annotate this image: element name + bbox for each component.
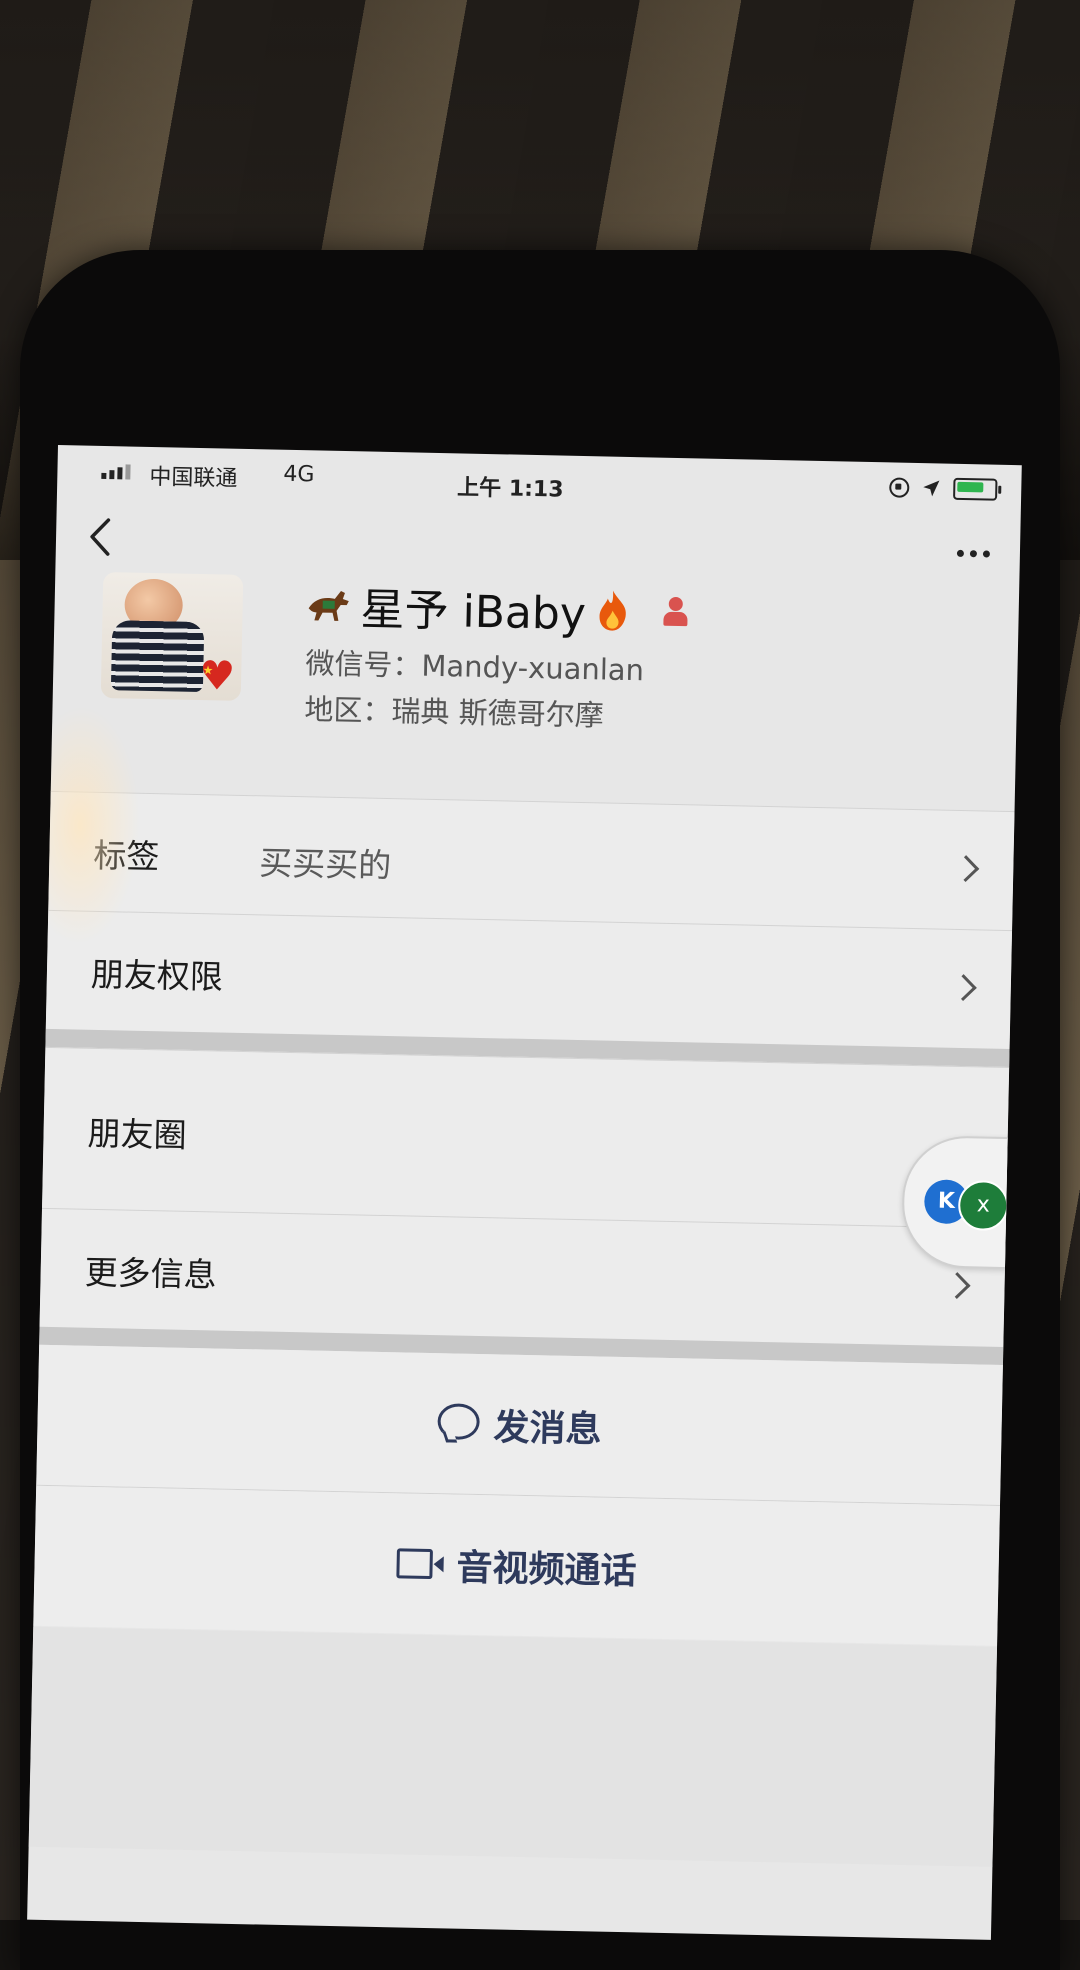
fire-icon xyxy=(599,590,627,631)
avatar[interactable]: ♥ ★ xyxy=(100,571,244,701)
region: 地区：瑞典 斯德哥尔摩 xyxy=(304,692,605,733)
tags-value: 买买买的 xyxy=(258,843,392,886)
friend-permissions-label: 朋友权限 xyxy=(90,954,224,997)
signal-strength-icon xyxy=(101,464,131,480)
phone-screen: 中国联通 4G 上午 1:13 ♥ ★ 星予 iBaby 微信号：Mandy-x… xyxy=(27,445,1022,1940)
network-type: 4G xyxy=(283,461,315,488)
carrier-name: 中国联通 xyxy=(149,464,238,492)
tags-permissions-group: 标签 买买买的 朋友权限 xyxy=(45,790,1015,1050)
location-arrow-icon xyxy=(923,480,940,497)
profile-name-text: 星予 iBaby xyxy=(360,584,587,641)
chevron-right-icon xyxy=(943,1272,971,1299)
battery-icon xyxy=(953,477,998,501)
more-info-row[interactable]: 更多信息 xyxy=(39,1207,1006,1347)
more-info-label: 更多信息 xyxy=(84,1252,218,1295)
empty-bottom-area xyxy=(28,1626,998,1867)
profile-name: 星予 iBaby xyxy=(304,572,691,644)
rotation-lock-icon xyxy=(889,477,910,498)
video-call-button[interactable]: 音视频通话 xyxy=(33,1485,1000,1646)
app-x-icon: x xyxy=(957,1180,1009,1232)
status-time: 上午 1:13 xyxy=(456,475,564,503)
more-options-icon[interactable] xyxy=(956,549,990,558)
status-indicators xyxy=(889,476,998,501)
video-camera-icon xyxy=(396,1548,433,1580)
back-chevron-icon[interactable] xyxy=(82,512,123,563)
moments-label: 朋友圈 xyxy=(87,1113,187,1155)
wechat-id: 微信号：Mandy-xuanlan xyxy=(305,646,645,688)
profile-header: ♥ ★ 星予 iBaby 微信号：Mandy-xuanlan 地区：瑞典 斯德哥… xyxy=(51,571,1019,791)
moments-info-group: 朋友圈 更多信息 xyxy=(39,1046,1010,1347)
send-message-label: 发消息 xyxy=(493,1407,602,1451)
horse-icon xyxy=(308,590,349,621)
moments-row[interactable]: 朋友圈 xyxy=(42,1046,1010,1229)
tags-label: 标签 xyxy=(93,835,160,877)
send-message-button[interactable]: 发消息 xyxy=(36,1344,1003,1506)
chevron-right-icon xyxy=(952,855,980,883)
chevron-right-icon xyxy=(949,974,977,1002)
chat-bubble-icon xyxy=(437,1403,480,1441)
tags-row[interactable]: 标签 买买买的 xyxy=(48,790,1015,931)
video-call-label: 音视频通话 xyxy=(456,1547,637,1593)
friend-permissions-row[interactable]: 朋友权限 xyxy=(45,909,1013,1050)
contact-badge-icon xyxy=(662,595,691,630)
